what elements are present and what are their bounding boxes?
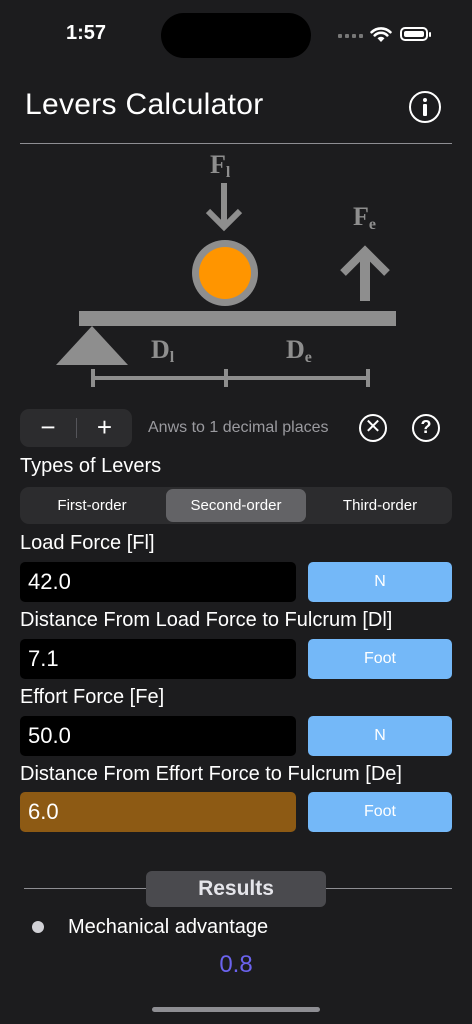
results-heading: Results	[146, 871, 326, 907]
increment-button[interactable]: +	[77, 409, 132, 447]
mechanical-advantage-value: 0.8	[219, 951, 253, 978]
lever-types-label: Types of Levers	[20, 455, 162, 477]
cellular-signal-icon	[338, 34, 363, 38]
status-time: 1:57	[66, 22, 107, 44]
results-divider-right	[326, 888, 452, 889]
fulcrum-triangle	[56, 326, 128, 365]
decimal-places-text: Anws to 1 decimal places	[148, 419, 329, 436]
effort-arrow-icon	[340, 245, 390, 301]
effort-distance-input[interactable]: 6.0	[20, 792, 296, 832]
load-distance-unit-button[interactable]: Foot	[308, 639, 452, 679]
load-distance-field-label: Distance From Load Force to Fulcrum [Dl]	[20, 609, 393, 631]
header-divider	[20, 143, 452, 144]
segment-first-order[interactable]: First-order	[22, 489, 162, 522]
distance-dimension-line	[91, 369, 370, 387]
load-force-unit-button[interactable]: N	[308, 562, 452, 602]
load-distance-label: Dl	[151, 335, 175, 366]
battery-icon	[400, 27, 431, 41]
effort-force-unit-button[interactable]: N	[308, 716, 452, 756]
load-force-field-label: Load Force [Fl]	[20, 532, 155, 554]
segment-second-order[interactable]: Second-order	[166, 489, 306, 522]
results-divider-left	[24, 888, 146, 889]
load-force-label: Fl	[210, 150, 231, 181]
effort-distance-field-label: Distance From Effort Force to Fulcrum [D…	[20, 763, 402, 785]
load-distance-input[interactable]: 7.1	[20, 639, 296, 679]
load-arrow-icon	[205, 183, 243, 232]
clear-icon[interactable]: ✕	[359, 414, 387, 442]
decrement-button[interactable]: −	[20, 409, 76, 447]
home-indicator[interactable]	[152, 1007, 320, 1012]
dynamic-island	[161, 13, 311, 58]
effort-force-field-label: Effort Force [Fe]	[20, 686, 165, 708]
mechanical-advantage-label: Mechanical advantage	[68, 916, 269, 938]
effort-distance-unit-button[interactable]: Foot	[308, 792, 452, 832]
info-icon[interactable]	[409, 91, 441, 123]
effort-force-label: Fe	[353, 202, 376, 233]
page-title: Levers Calculator	[25, 88, 264, 121]
lever-type-segmented-control[interactable]: First-order Second-order Third-order	[20, 487, 452, 524]
decimal-stepper[interactable]: − +	[20, 409, 132, 447]
lever-beam	[79, 311, 396, 326]
load-force-input[interactable]: 42.0	[20, 562, 296, 602]
lever-diagram: Fl Fe Dl De	[56, 150, 396, 387]
effort-distance-label: De	[286, 335, 312, 366]
wifi-icon	[370, 27, 392, 42]
segment-third-order[interactable]: Third-order	[310, 489, 450, 522]
effort-force-input[interactable]: 50.0	[20, 716, 296, 756]
help-icon[interactable]: ?	[412, 414, 440, 442]
bullet-icon	[32, 921, 44, 933]
